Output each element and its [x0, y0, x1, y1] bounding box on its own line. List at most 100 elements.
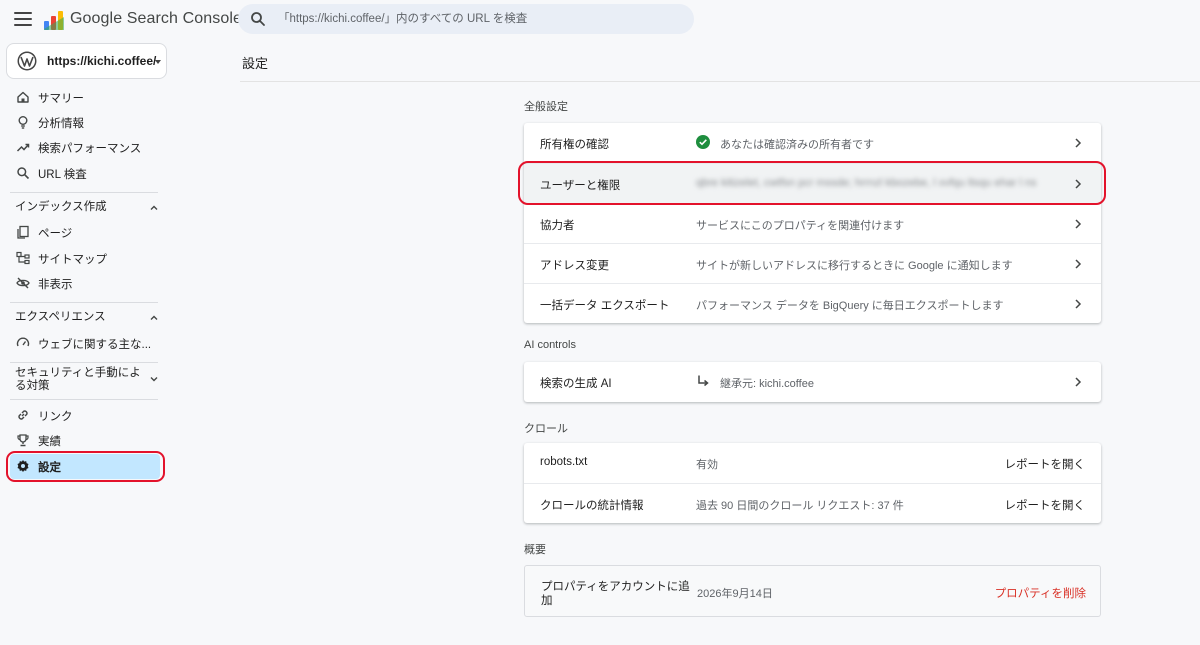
row-property-added: プロパティをアカウントに追 加 2026年9月14日 プロパティを削除 [525, 566, 1102, 616]
chevron-right-icon [1075, 299, 1082, 309]
chevron-up-icon [150, 315, 158, 320]
search-icon [251, 12, 265, 26]
sidebar-item-links[interactable]: リンク [10, 403, 160, 427]
row-value: パフォーマンス データを BigQuery に毎日エクスポートします [696, 300, 1004, 312]
row-name: robots.txt [540, 456, 588, 468]
row-name: クロールの統計情報 [540, 500, 644, 512]
sidebar-item-label: 設定 [38, 462, 61, 474]
section-title-line1: セキュリティと手動によ [15, 367, 141, 379]
row-name: 一括データ エクスポート [540, 300, 670, 312]
chevron-right-icon [1075, 179, 1082, 189]
menu-icon[interactable] [14, 12, 32, 26]
sidebar-item-achievements[interactable]: 実績 [10, 428, 160, 452]
chevron-right-icon [1075, 377, 1082, 387]
row-users-permissions[interactable]: ユーザーと権限 qbre kitizelet, cwtfsn pcr mssde… [524, 163, 1101, 203]
sidebar-item-settings[interactable]: 設定 [10, 454, 160, 479]
sidebar-item-label: 実績 [38, 436, 61, 448]
general-settings-heading: 全般設定 [524, 101, 568, 113]
section-title: エクスペリエンス [15, 311, 106, 323]
row-name: ユーザーと権限 [540, 180, 621, 192]
sidebar-item-summary[interactable]: サマリー [10, 85, 160, 109]
sidebar-item-label: ページ [38, 228, 73, 240]
speed-icon [16, 337, 30, 347]
subdirectory-arrow-icon [698, 375, 709, 387]
search-console-logo-icon[interactable] [43, 9, 65, 31]
sidebar-item-sitemaps[interactable]: サイトマップ [10, 246, 160, 270]
row-value: 2026年9月14日 [697, 588, 773, 600]
row-value: 有効 [696, 459, 718, 471]
url-inspect-search[interactable] [238, 4, 694, 34]
sitemap-icon [16, 251, 30, 265]
chevron-right-icon [1075, 219, 1082, 229]
sidebar-divider [10, 192, 158, 193]
section-experience[interactable]: エクスペリエンス [10, 310, 160, 326]
row-name: 所有権の確認 [540, 139, 609, 151]
home-icon [17, 91, 29, 103]
row-crawl-stats: クロールの統計情報 過去 90 日間のクロール リクエスト: 37 件 レポート… [524, 483, 1101, 523]
row-value: 継承元: kichi.coffee [720, 378, 814, 390]
sidebar-item-label: 非表示 [38, 279, 73, 291]
row-bulk-export[interactable]: 一括データ エクスポート パフォーマンス データを BigQuery に毎日エク… [524, 283, 1101, 323]
row-name: アドレス変更 [540, 260, 609, 272]
row-name: 協力者 [540, 220, 575, 232]
chevron-down-icon [150, 377, 158, 382]
row-name-line2: 加 [541, 595, 553, 607]
lightbulb-icon [18, 116, 28, 129]
row-name-line1: プロパティをアカウントに追 [541, 581, 690, 593]
crawl-heading: クロール [524, 423, 568, 435]
section-security[interactable]: セキュリティと手動によ る対策 [10, 367, 160, 395]
row-search-generative-ai[interactable]: 検索の生成 AI 継承元: kichi.coffee [524, 362, 1101, 402]
caret-down-icon [155, 60, 161, 64]
page-title: 設定 [242, 56, 269, 71]
row-value: サービスにこのプロパティを関連付けます [696, 220, 905, 232]
sidebar-item-label: ウェブに関する主な... [38, 339, 152, 351]
link-icon [18, 410, 28, 420]
product-name[interactable]: Google Search Console [70, 10, 242, 28]
property-url: https://kichi.coffee/ [47, 54, 157, 68]
chevron-right-icon [1075, 138, 1082, 148]
trending-up-icon [16, 143, 30, 152]
row-value-redacted: qbre kitizelet, cwtfsn pcr mssde; hrrnzl… [696, 177, 1037, 189]
header-divider [240, 81, 1200, 82]
gear-icon [17, 460, 29, 472]
sidebar-item-performance[interactable]: 検索パフォーマンス [10, 135, 160, 159]
general-settings-card: 所有権の確認 あなたは確認済みの所有者です ユーザーと権限 qbre kitiz… [524, 123, 1101, 323]
open-report-button[interactable]: レポートを開く [1005, 497, 1086, 513]
sidebar-item-removals[interactable]: 非表示 [10, 271, 160, 295]
eye-off-icon [16, 277, 30, 289]
wordpress-icon [17, 51, 37, 71]
open-report-button[interactable]: レポートを開く [1005, 456, 1086, 472]
property-selector[interactable]: https://kichi.coffee/ [6, 43, 167, 79]
row-change-of-address[interactable]: アドレス変更 サイトが新しいアドレスに移行するときに Google に通知します [524, 243, 1101, 283]
sidebar-item-label: サマリー [38, 93, 84, 105]
section-indexing[interactable]: インデックス作成 [10, 200, 160, 216]
sidebar-divider [10, 302, 158, 303]
sidebar-item-label: サイトマップ [38, 254, 107, 266]
search-icon [17, 167, 30, 180]
section-title: インデックス作成 [15, 201, 107, 213]
row-value: 過去 90 日間のクロール リクエスト: 37 件 [696, 500, 904, 512]
chevron-right-icon [1075, 259, 1082, 269]
sidebar-item-pages[interactable]: ページ [10, 220, 160, 244]
sidebar-divider [10, 399, 158, 400]
sidebar-item-core-web-vitals[interactable]: ウェブに関する主な... [10, 331, 160, 355]
sidebar-divider [10, 362, 158, 363]
trophy-icon [17, 434, 29, 447]
overview-heading: 概要 [524, 544, 546, 556]
sidebar-item-label: 検索パフォーマンス [38, 143, 142, 155]
chevron-up-icon [150, 205, 158, 210]
crawl-card: robots.txt 有効 レポートを開く クロールの統計情報 過去 90 日間… [524, 443, 1101, 523]
sidebar-item-insights[interactable]: 分析情報 [10, 110, 160, 134]
row-associations[interactable]: 協力者 サービスにこのプロパティを関連付けます [524, 203, 1101, 243]
sidebar-item-url-inspection[interactable]: URL 検査 [10, 161, 160, 185]
top-bar: Google Search Console [0, 0, 1200, 40]
sidebar-item-label: URL 検査 [38, 169, 87, 181]
row-ownership[interactable]: 所有権の確認 あなたは確認済みの所有者です [524, 123, 1101, 163]
row-value: あなたは確認済みの所有者です [720, 139, 874, 151]
remove-property-button[interactable]: プロパティを削除 [995, 585, 1086, 601]
pages-icon [17, 225, 29, 239]
sidebar-item-label: リンク [38, 411, 73, 423]
ai-controls-heading: AI controls [524, 339, 576, 351]
search-input[interactable] [278, 10, 678, 28]
row-value: サイトが新しいアドレスに移行するときに Google に通知します [696, 260, 1013, 272]
